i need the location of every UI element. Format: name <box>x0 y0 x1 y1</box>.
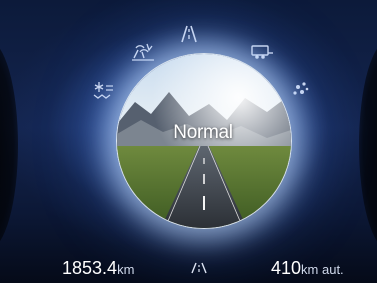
right-gauge-edge <box>359 40 377 250</box>
road-lanes-icon[interactable] <box>176 22 202 44</box>
selected-drive-mode-label: Normal <box>173 122 233 143</box>
range-readout: 410km aut. <box>271 258 344 279</box>
eco-mode-icon[interactable] <box>288 78 314 100</box>
trip-distance-unit: km <box>117 262 135 277</box>
trip-distance-readout: 1853.4km <box>62 258 134 279</box>
left-gauge-edge <box>0 40 18 250</box>
trip-distance-value: 1853.4 <box>62 258 118 278</box>
snow-mode-icon[interactable] <box>91 78 117 100</box>
instrument-cluster-screen: Normal 1853.4km 410km aut. <box>0 0 377 283</box>
lane-indicator-icon <box>186 262 212 274</box>
tow-haul-icon[interactable] <box>249 40 275 62</box>
range-unit: km aut. <box>301 262 344 277</box>
slippery-road-icon[interactable] <box>130 40 156 62</box>
range-value: 410 <box>271 258 302 278</box>
